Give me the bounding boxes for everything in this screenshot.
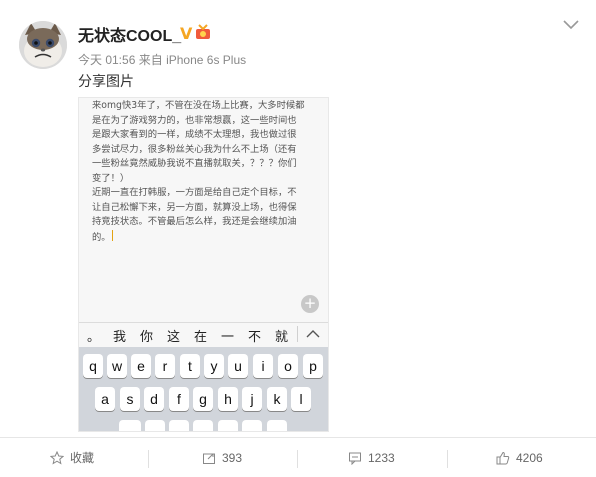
candidate-bar: 。 我 你 这 在 一 不 就: [79, 322, 328, 347]
key[interactable]: h: [218, 387, 238, 411]
note-line: 持竞技状态。不管最后怎么样，我还是会继续加油: [92, 216, 297, 227]
repost-icon: [203, 453, 215, 464]
candidate-word[interactable]: 不: [248, 326, 261, 345]
action-separator: [148, 450, 149, 468]
key[interactable]: j: [242, 387, 262, 411]
like-count: 4206: [516, 450, 543, 465]
like-button[interactable]: 4206: [496, 438, 543, 477]
note-line: 让自己松懈下来，另一方面，就算没上场，也得保: [92, 201, 297, 213]
repost-count: 393: [222, 450, 243, 465]
key[interactable]: e: [131, 354, 151, 378]
favorite-label: 收藏: [70, 451, 95, 465]
key-partial[interactable]: [218, 420, 238, 431]
key-partial[interactable]: [145, 420, 165, 431]
key[interactable]: k: [267, 387, 287, 411]
note-line: 来omg快3年了，不管在没在场上比赛，大多时候都: [92, 100, 305, 111]
key-partial[interactable]: [119, 420, 141, 431]
comment-button[interactable]: 1233: [348, 438, 395, 477]
medal-icon: [196, 24, 210, 39]
action-separator: [447, 450, 448, 468]
note-line: 变了！）: [92, 172, 130, 184]
shared-image[interactable]: 来omg快3年了，不管在没在场上比赛，大多时候都 是在为了游戏努力的，也非常想赢…: [78, 97, 329, 432]
avatar[interactable]: [19, 21, 67, 69]
note-line: 多尝试尽力，很多粉丝关心我为什么不上场（还有: [92, 143, 297, 155]
key[interactable]: o: [278, 354, 298, 378]
note-line: 一些粉丝竟然威胁我说不直播就取关，？？？你们: [92, 158, 297, 169]
key[interactable]: l: [291, 387, 311, 411]
key[interactable]: i: [253, 354, 273, 378]
thumbs-up-icon: [496, 451, 510, 464]
candidate-word[interactable]: 一: [221, 326, 234, 345]
key[interactable]: p: [303, 354, 323, 378]
key[interactable]: t: [180, 354, 200, 378]
key[interactable]: g: [193, 387, 213, 411]
comment-icon: [349, 452, 361, 465]
keyboard: q w e r t y u i o p a s d f g h j k l: [79, 347, 328, 431]
key[interactable]: s: [120, 387, 140, 411]
action-separator: [297, 450, 298, 468]
grumpy-cat-avatar-image: [19, 21, 67, 69]
key-partial[interactable]: [267, 420, 287, 431]
key[interactable]: y: [204, 354, 224, 378]
post-meta: 今天 01:56 来自 iPhone 6s Plus: [78, 51, 246, 68]
username[interactable]: 无状态COOL_: [78, 22, 181, 46]
note-text: 来omg快3年了，不管在没在场上比赛，大多时候都 是在为了游戏努力的，也非常想赢…: [92, 99, 324, 245]
note-line: 是在为了游戏努力的，也非常想赢，这一些时间也: [92, 114, 297, 126]
verified-badge-icon: V: [180, 24, 193, 43]
star-icon: [50, 450, 64, 465]
candidate-word[interactable]: 我: [113, 326, 126, 345]
candidate-word[interactable]: 就: [275, 326, 288, 345]
key[interactable]: w: [107, 354, 127, 378]
candidate-divider: [297, 326, 298, 342]
candidate-word[interactable]: 。: [87, 326, 100, 345]
key[interactable]: q: [83, 354, 103, 378]
chevron-down-icon[interactable]: [561, 18, 581, 32]
post-text: 分享图片: [78, 74, 134, 90]
key[interactable]: d: [144, 387, 164, 411]
repost-button[interactable]: 393: [202, 438, 242, 477]
key[interactable]: a: [95, 387, 115, 411]
candidate-word[interactable]: 这: [167, 326, 180, 345]
chevron-up-icon[interactable]: [301, 326, 325, 342]
action-bar: 收藏 393 1233 4206: [0, 438, 596, 477]
note-line: 是跟大家看到的一样，成绩不太理想，我也做过很: [92, 129, 297, 140]
key-partial[interactable]: [242, 420, 262, 431]
key-partial[interactable]: [169, 420, 189, 431]
post-time[interactable]: 今天 01:56: [78, 53, 135, 67]
text-cursor: [111, 229, 114, 241]
add-icon[interactable]: +: [301, 295, 319, 313]
comment-count: 1233: [368, 450, 395, 465]
key-partial[interactable]: [193, 420, 213, 431]
favorite-button[interactable]: 收藏: [50, 438, 94, 477]
source-prefix: 来自: [138, 53, 163, 67]
candidate-word[interactable]: 你: [140, 326, 153, 345]
key[interactable]: r: [155, 354, 175, 378]
note-line: 近期一直在打韩服，一方面是给自己定个目标，不: [92, 187, 297, 198]
key[interactable]: f: [169, 387, 189, 411]
post-source[interactable]: iPhone 6s Plus: [166, 53, 246, 67]
candidate-word[interactable]: 在: [194, 326, 207, 345]
key[interactable]: u: [228, 354, 248, 378]
note-line: 的。: [92, 231, 111, 243]
